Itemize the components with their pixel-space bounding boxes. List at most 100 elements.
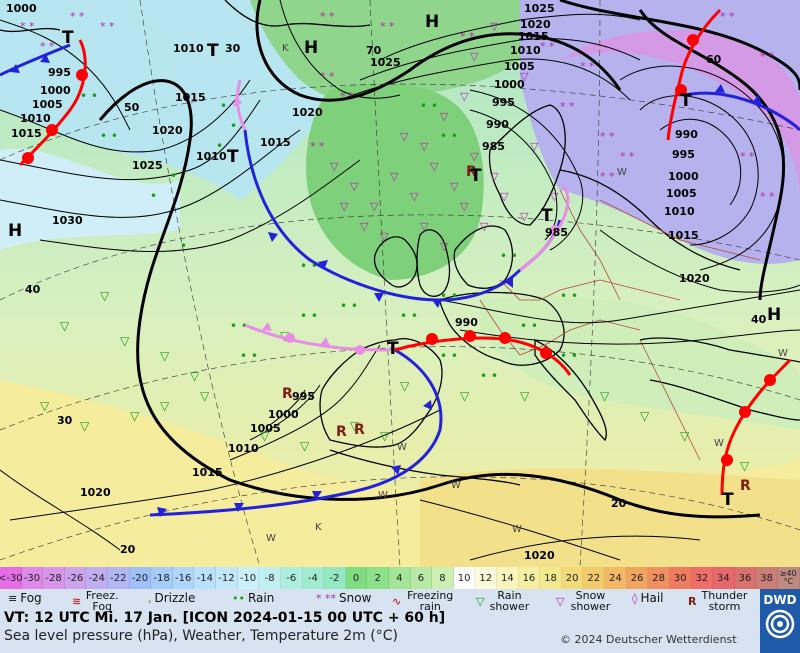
svg-text:* *: * * <box>320 70 335 83</box>
isobar-label: 990 <box>486 118 509 131</box>
low-pressure-center: T <box>207 41 219 61</box>
scale-cell: 16 <box>518 567 541 589</box>
temperature-isoline-label: 30 <box>225 42 241 55</box>
svg-text:▽: ▽ <box>530 140 539 153</box>
isobar-label: 1020 <box>292 106 323 119</box>
svg-text:•: • <box>150 189 157 203</box>
legend-snow: * ** Snow <box>316 591 372 605</box>
svg-text:▽: ▽ <box>400 379 410 393</box>
isobar-label: 1000 <box>6 2 37 15</box>
svg-text:• •: • • <box>420 99 438 113</box>
isobar-label: 990 <box>455 316 478 329</box>
svg-text:R: R <box>354 422 365 438</box>
isobar-label: 995 <box>48 66 71 79</box>
isobar-label: 1005 <box>666 187 697 200</box>
scale-cell: 26 <box>626 567 649 589</box>
isobar-label: 1000 <box>40 84 71 97</box>
svg-text:▽: ▽ <box>500 190 509 203</box>
svg-text:* *: * * <box>720 10 735 23</box>
temperature-isoline-label: 60 <box>706 53 722 66</box>
svg-text:• •: • • <box>240 349 258 363</box>
svg-text:* *: * * <box>580 60 595 73</box>
svg-text:* *: * * <box>620 150 635 163</box>
temperature-isoline-label: 20 <box>120 543 136 556</box>
isobar-label: 1020 <box>679 272 710 285</box>
scale-cell: -8 <box>259 567 281 589</box>
svg-text:▽: ▽ <box>420 140 429 153</box>
isobar-label: 1025 <box>132 159 163 172</box>
isobar-label: 1000 <box>494 78 525 91</box>
isobar-label: 1020 <box>524 549 555 562</box>
svg-text:▽: ▽ <box>420 220 429 233</box>
svg-text:▽: ▽ <box>370 200 379 213</box>
scale-cell: -30 <box>21 567 44 589</box>
scale-cell: -18 <box>151 567 173 589</box>
svg-text:R: R <box>336 424 347 440</box>
scale-cell: 38 <box>756 567 778 589</box>
high-pressure-center: H <box>767 305 781 325</box>
svg-text:•: • <box>220 99 227 113</box>
svg-text:W: W <box>778 348 788 359</box>
isobar-label: 985 <box>545 226 568 239</box>
temperature-isoline-label: 30 <box>57 414 73 427</box>
svg-text:▽: ▽ <box>80 419 90 433</box>
svg-text:* *: * * <box>600 130 615 143</box>
scale-cell: 8 <box>432 567 454 589</box>
scale-cell: 10 <box>453 567 476 589</box>
scale-cell: -16 <box>172 567 195 589</box>
dwd-logo-text: DWD <box>763 593 797 607</box>
isobar-label: 1000 <box>268 408 299 421</box>
low-pressure-center: T <box>387 339 399 359</box>
legend-hail: ◊ Hail <box>632 591 664 605</box>
isobar-label: 1010 <box>228 442 259 455</box>
isobar-label: 1010 <box>173 42 204 55</box>
svg-text:▽: ▽ <box>400 130 409 143</box>
scale-cell: -2 <box>324 567 346 589</box>
svg-text:* *: * * <box>380 20 395 33</box>
svg-text:▽: ▽ <box>460 90 469 103</box>
isobar-label: 985 <box>482 140 505 153</box>
svg-text:• •: • • <box>480 369 498 383</box>
isobar-label: 1005 <box>504 60 535 73</box>
isobar-label: 1015 <box>260 136 291 149</box>
hail-icon: ◊ <box>632 592 638 605</box>
temperature-isoline-label: 20 <box>611 497 627 510</box>
svg-text:▽: ▽ <box>380 429 390 443</box>
isobar-label: 995 <box>492 96 515 109</box>
isobar-label: 1020 <box>152 124 183 137</box>
svg-text:▽: ▽ <box>430 160 439 173</box>
svg-text:▽: ▽ <box>100 289 110 303</box>
svg-text:▽: ▽ <box>460 389 470 403</box>
svg-text:• •: • • <box>560 349 578 363</box>
svg-text:* *: * * <box>460 30 475 43</box>
svg-text:• •: • • <box>440 349 458 363</box>
svg-text:▽: ▽ <box>340 200 349 213</box>
copyright: © 2024 Deutscher Wetterdienst <box>560 633 737 646</box>
legend-rain-shower: ▽ Rain shower <box>476 589 530 613</box>
weather-map: • • • • • ▽ ▽ ▽ ▽ ▽ ▽ ▽ ▽ ▽ ▽ ▽ ▽ ▽ ▽ ▽ ▽ ▽ ▽ ▽ ▽ ▽ ▽ • • •… <box>0 0 800 567</box>
scale-cell: <-30 <box>0 567 23 589</box>
svg-text:▽: ▽ <box>440 240 449 253</box>
freezing-rain-icon: ∿ <box>392 594 402 608</box>
svg-text:W: W <box>512 524 522 535</box>
legend-rain: •• Rain <box>232 591 275 605</box>
legend-thunderstorm: R Thunder storm <box>688 589 748 613</box>
svg-text:W: W <box>378 490 388 501</box>
svg-text:* *: * * <box>320 10 335 23</box>
svg-text:* *: * * <box>740 150 755 163</box>
scale-cell: 14 <box>497 567 519 589</box>
isobar-label: 1030 <box>52 214 83 227</box>
svg-text:K: K <box>315 522 322 533</box>
high-pressure-center: H <box>304 38 318 58</box>
svg-text:▽: ▽ <box>160 349 170 363</box>
svg-text:* *: * * <box>70 10 85 23</box>
svg-text:▽: ▽ <box>520 210 529 223</box>
isobar-label: 1005 <box>32 98 63 111</box>
svg-text:▽: ▽ <box>600 389 610 403</box>
svg-text:▽: ▽ <box>60 319 70 333</box>
rain-icon: •• <box>232 592 245 605</box>
svg-text:•: • <box>180 239 187 253</box>
map-subtitle: Sea level pressure (hPa), Weather, Tempe… <box>4 628 398 644</box>
scale-cell: 20 <box>561 567 584 589</box>
scale-cell: -28 <box>43 567 65 589</box>
